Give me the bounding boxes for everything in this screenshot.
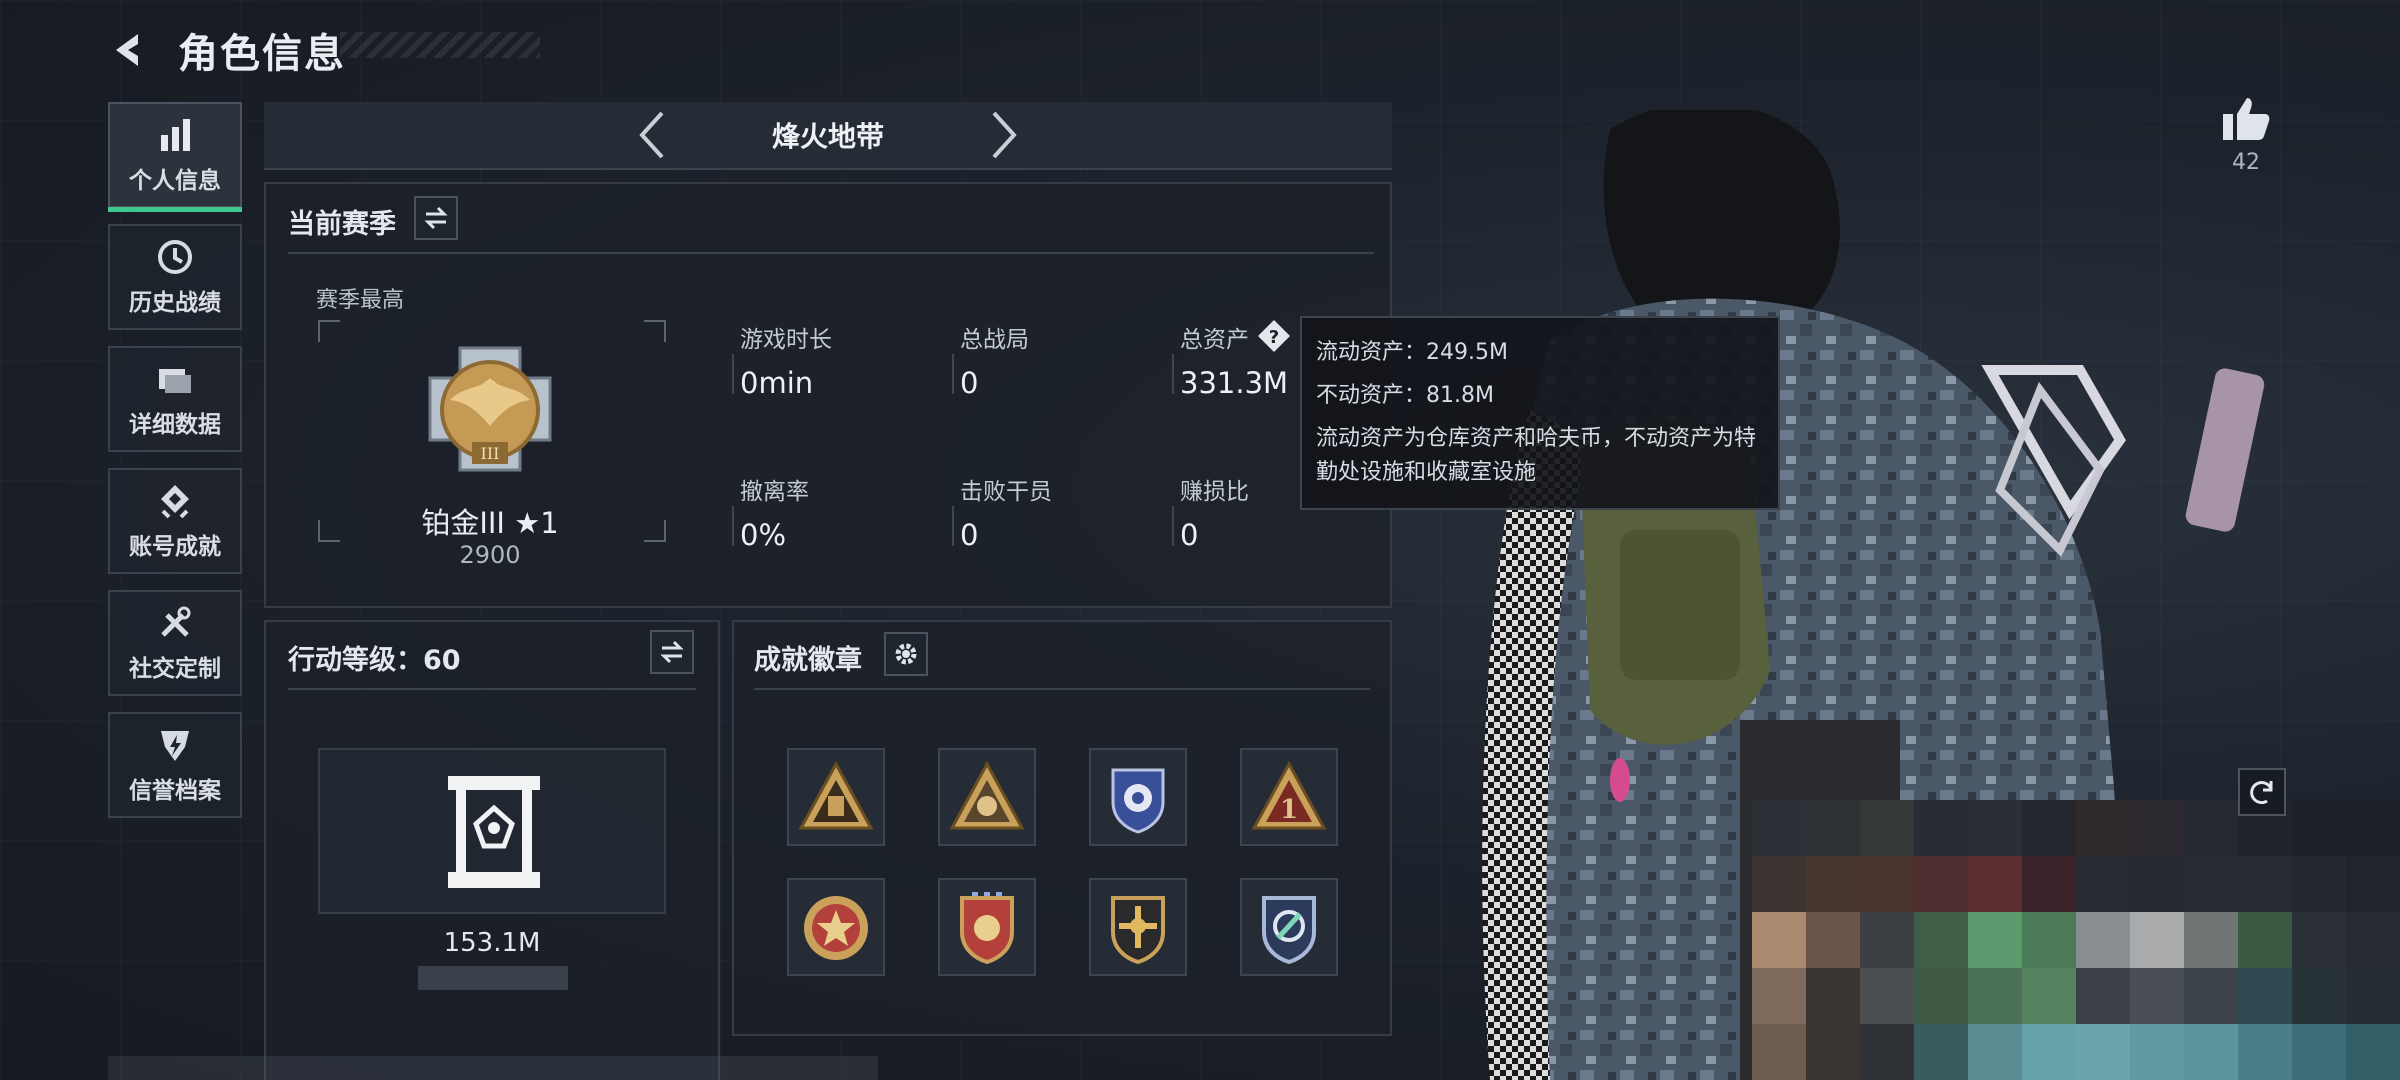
stat-separator bbox=[1172, 354, 1174, 394]
blurred-footer bbox=[108, 1056, 878, 1080]
tooltip-liquid-assets: 流动资产：249.5M bbox=[1316, 340, 1508, 365]
achievement-badge[interactable] bbox=[787, 748, 885, 846]
season-best-label: 赛季最高 bbox=[316, 288, 405, 313]
stat-separator bbox=[952, 354, 954, 394]
achievements-settings-button[interactable] bbox=[884, 632, 928, 676]
achievement-badge[interactable]: 1 bbox=[1240, 748, 1338, 846]
assets-tooltip: 流动资产：249.5M 不动资产：81.8M 流动资产为仓库资产和哈夫币，不动资… bbox=[1300, 316, 1780, 510]
sidebar-item-details[interactable]: 详细数据 bbox=[108, 346, 242, 452]
crest-medal-icon bbox=[1111, 896, 1165, 965]
tooltip-description: 流动资产为仓库资产和哈夫币，不动资产为特勤处设施和收藏室设施 bbox=[1316, 425, 1757, 485]
gear-icon bbox=[895, 643, 917, 665]
rank-name: 铂金III ★1 bbox=[421, 506, 559, 540]
achievement-badge[interactable] bbox=[1089, 878, 1187, 976]
sidebar-item-personal-info[interactable]: 个人信息 bbox=[108, 102, 242, 212]
rank-score: 2900 bbox=[459, 541, 521, 569]
stat-play-time: 游戏时长 0min bbox=[740, 327, 832, 400]
rank-emblem-icon: III bbox=[428, 346, 552, 472]
rotate-icon bbox=[2250, 781, 2273, 805]
back-arrow-icon[interactable] bbox=[108, 28, 152, 72]
shield-badge-icon bbox=[1111, 768, 1165, 834]
page-header: 角色信息 bbox=[108, 22, 346, 78]
triangle-badge-icon bbox=[949, 760, 1025, 830]
mode-prev-button[interactable] bbox=[632, 107, 672, 163]
stat-operators-defeated: 击败干员 0 bbox=[960, 479, 1052, 552]
like-counter[interactable]: 42 bbox=[2218, 96, 2274, 175]
stat-total-matches: 总战局 0 bbox=[960, 327, 1029, 400]
svg-text:1: 1 bbox=[1280, 795, 1298, 825]
achievement-badge[interactable] bbox=[1240, 878, 1338, 976]
thumbs-up-icon bbox=[2223, 98, 2270, 140]
credit-shield-icon bbox=[161, 731, 189, 761]
chevron-left-icon bbox=[639, 111, 664, 159]
sidebar-item-credit[interactable]: 信誉档案 bbox=[108, 712, 242, 818]
mode-next-button[interactable] bbox=[984, 107, 1024, 163]
achievements-title: 成就徽章 bbox=[754, 645, 862, 676]
mode-title: 烽火地带 bbox=[771, 120, 884, 153]
rotate-model-button[interactable] bbox=[2238, 768, 2286, 816]
level-value: 153.1M bbox=[443, 928, 541, 958]
stat-separator bbox=[952, 506, 954, 546]
chevron-right-icon bbox=[992, 111, 1017, 159]
crest-medal-icon bbox=[1262, 896, 1316, 965]
bar-chart-icon bbox=[161, 119, 190, 151]
swap-icon bbox=[660, 640, 684, 664]
help-icon[interactable]: ? bbox=[1256, 318, 1292, 354]
action-level-switch-button[interactable] bbox=[650, 630, 694, 674]
action-level-divider bbox=[288, 688, 696, 690]
folder-icon bbox=[159, 369, 191, 393]
action-level-title: 行动等级：60 bbox=[288, 645, 461, 676]
star-medal-icon bbox=[804, 896, 868, 960]
achievement-badge[interactable] bbox=[938, 748, 1036, 846]
page-title: 角色信息 bbox=[178, 31, 346, 77]
achievement-badge[interactable] bbox=[787, 878, 885, 976]
level-showcase[interactable] bbox=[318, 748, 666, 914]
season-divider bbox=[288, 252, 1374, 254]
svg-text:III: III bbox=[481, 444, 500, 463]
triangle-badge-icon bbox=[798, 760, 874, 830]
stat-separator bbox=[732, 354, 734, 394]
history-icon bbox=[158, 240, 192, 274]
achievement-badge[interactable] bbox=[1089, 748, 1187, 846]
tools-icon bbox=[161, 606, 191, 637]
stat-profit-ratio: 赚损比 0 bbox=[1180, 479, 1249, 552]
sidebar-item-social[interactable]: 社交定制 bbox=[108, 590, 242, 696]
pixelated-region bbox=[1752, 800, 2400, 1080]
swap-icon bbox=[424, 206, 448, 230]
tooltip-fixed-assets: 不动资产：81.8M bbox=[1316, 382, 1494, 408]
triangle-badge-icon: 1 bbox=[1251, 760, 1327, 830]
mode-selector: 烽火地带 bbox=[264, 102, 1392, 170]
sidebar-item-history[interactable]: 历史战绩 bbox=[108, 224, 242, 330]
title-decoration bbox=[340, 32, 540, 58]
blurred-text bbox=[418, 966, 568, 990]
achievements-divider bbox=[754, 688, 1370, 690]
achievement-badge[interactable] bbox=[938, 878, 1036, 976]
season-switch-button[interactable] bbox=[414, 196, 458, 240]
stat-extract-rate: 撤离率 0% bbox=[740, 479, 809, 552]
svg-text:?: ? bbox=[1269, 327, 1279, 348]
like-count: 42 bbox=[2232, 150, 2260, 175]
achievement-icon bbox=[161, 485, 189, 519]
shield-medal-icon bbox=[960, 892, 1014, 965]
stat-separator bbox=[1172, 506, 1174, 546]
display-case-icon bbox=[448, 776, 540, 888]
sidebar: 个人信息 历史战绩 详细数据 账号成就 社交定制 信誉档案 bbox=[108, 102, 246, 834]
sidebar-item-achievements[interactable]: 账号成就 bbox=[108, 468, 242, 574]
season-title: 当前赛季 bbox=[288, 209, 396, 240]
stat-separator bbox=[732, 506, 734, 546]
